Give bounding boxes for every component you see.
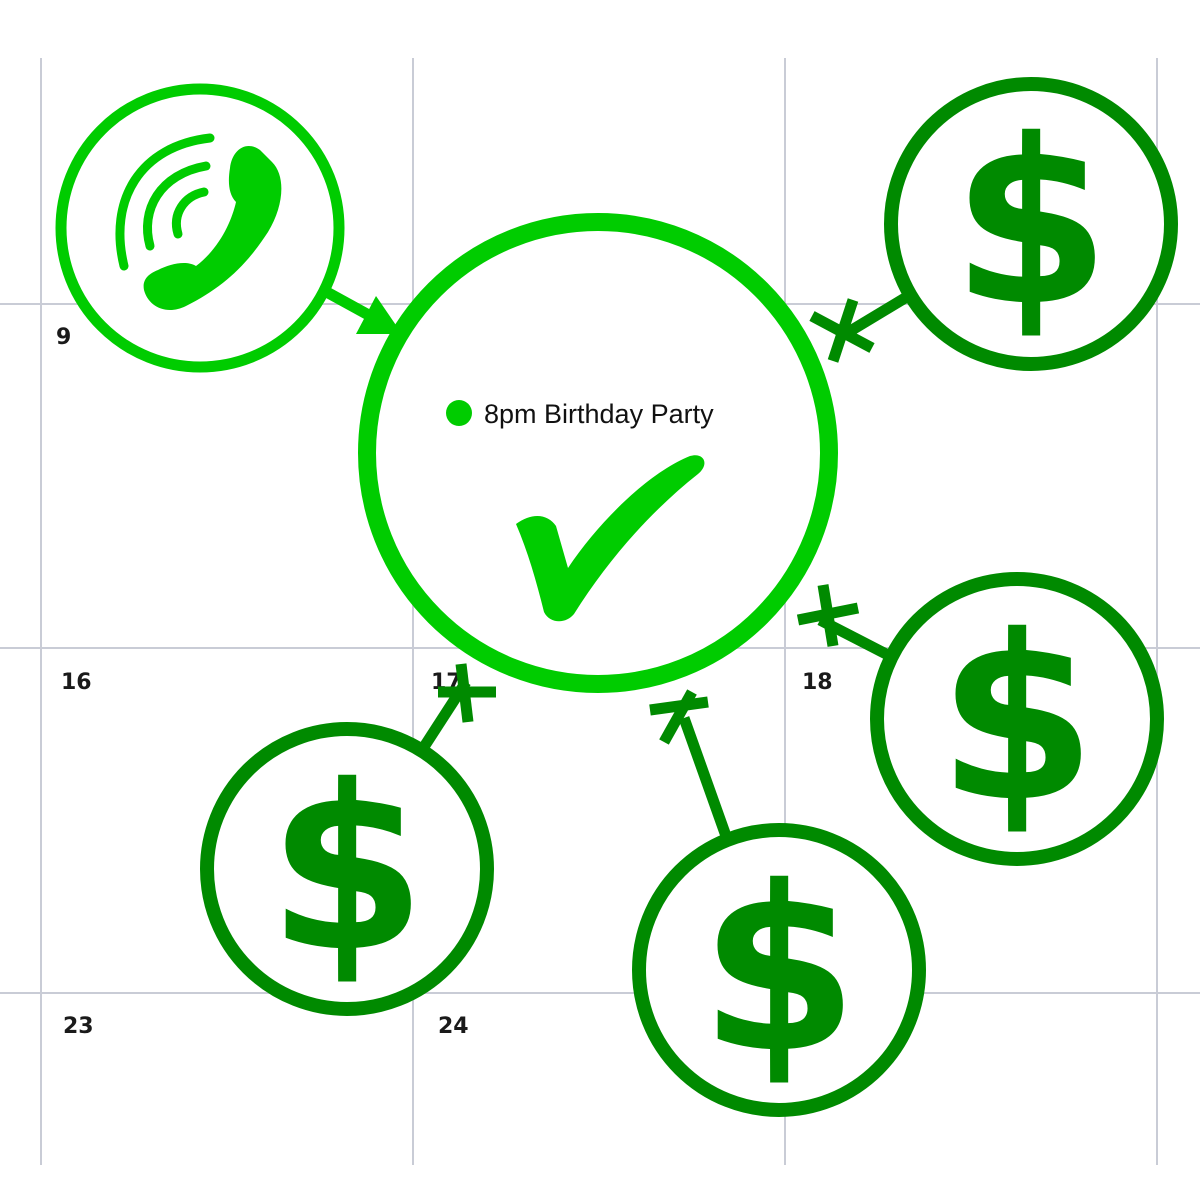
dollar-icon: $ — [700, 837, 859, 1103]
phone-ring — [55, 83, 345, 373]
dollar-icon: $ — [268, 736, 427, 1002]
dollar-node-bottom: $ — [632, 823, 926, 1117]
day-9: 9 — [56, 325, 71, 350]
center-node: 8pm Birthday Party — [358, 213, 838, 693]
dollar-icon: $ — [938, 586, 1097, 852]
event-dot — [446, 400, 472, 426]
event-label[interactable]: 8pm Birthday Party — [484, 399, 714, 429]
day-18: 18 — [802, 670, 833, 695]
day-16: 16 — [61, 670, 92, 695]
phone-link-arrow — [320, 285, 402, 334]
dollar-icon: $ — [952, 90, 1111, 356]
dollar-node-right: $ — [870, 572, 1164, 866]
link-dollar-right — [796, 584, 891, 660]
dollar-node-top-right: $ — [884, 77, 1178, 371]
day-23: 23 — [63, 1014, 94, 1039]
day-24: 24 — [438, 1014, 469, 1039]
dollar-node-bottom-left: $ — [200, 722, 494, 1016]
phone-node — [55, 83, 345, 373]
diagram-canvas: 9 10 16 17 18 23 24 — [0, 58, 1200, 1165]
center-ring — [358, 213, 838, 693]
link-dollar-bottom — [649, 689, 732, 838]
